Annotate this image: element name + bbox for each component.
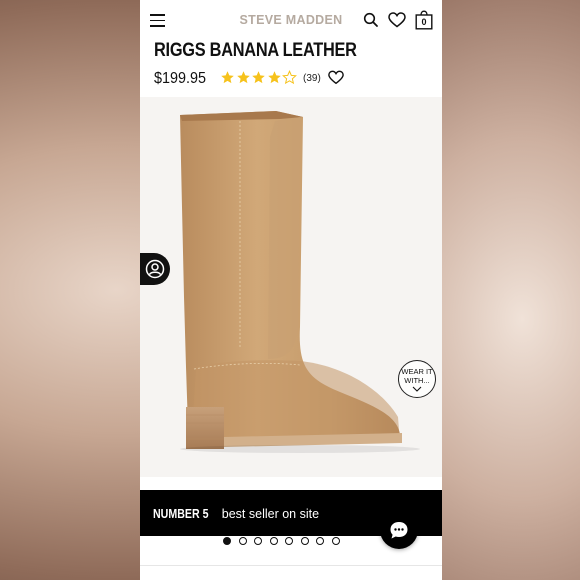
boot-image — [180, 111, 420, 453]
star-icon — [282, 70, 297, 85]
carousel-dot[interactable] — [285, 537, 293, 545]
divider — [140, 565, 442, 566]
review-count[interactable]: (39) — [303, 73, 321, 84]
star-icon — [236, 71, 250, 84]
carousel-dot[interactable] — [331, 537, 340, 545]
chat-button[interactable] — [380, 511, 418, 549]
carousel-dot[interactable] — [300, 537, 309, 545]
bag-button[interactable]: 0 — [415, 10, 433, 30]
star-icon — [252, 71, 265, 84]
phone-screen: STEVE MADDEN 0 RIGGS BANANA LEATHER $199… — [140, 0, 442, 580]
bag-count: 0 — [421, 17, 427, 27]
wear-it-with-line1: WEAR IT — [401, 367, 433, 376]
wishlist-heart-icon[interactable] — [328, 70, 344, 85]
wear-it-with-button[interactable]: WEAR IT WITH... — [398, 360, 436, 398]
banner-highlight: NUMBER 5 — [153, 507, 209, 521]
wear-it-with-line2: WITH... — [404, 376, 430, 385]
rating-stars[interactable] — [220, 70, 298, 85]
search-icon[interactable] — [363, 12, 379, 28]
carousel-dots — [223, 537, 347, 545]
chevron-down-icon — [412, 386, 422, 392]
carousel-dot[interactable] — [254, 537, 262, 545]
banner-text: NUMBER 5 best seller on site — [153, 507, 319, 521]
avatar-icon — [145, 259, 165, 279]
carousel-dot[interactable] — [269, 537, 278, 545]
chat-icon — [390, 522, 408, 539]
product-price: $199.95 — [154, 70, 207, 87]
banner-message: best seller on site — [218, 507, 320, 521]
carousel-dot[interactable] — [238, 537, 247, 545]
heart-icon[interactable] — [388, 12, 406, 28]
star-icon — [221, 71, 234, 84]
carousel-dot[interactable] — [223, 537, 231, 545]
product-title: RIGGS BANANA LEATHER — [154, 40, 357, 61]
top-nav: STEVE MADDEN 0 — [140, 0, 442, 42]
product-image[interactable] — [140, 97, 442, 477]
carousel-dot[interactable] — [316, 537, 324, 545]
star-icon — [267, 71, 281, 84]
